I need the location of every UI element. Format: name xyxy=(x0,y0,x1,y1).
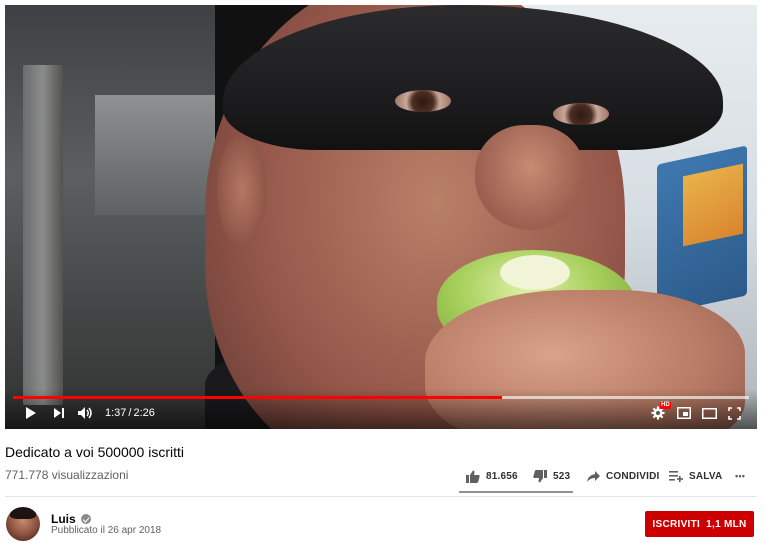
sentiment-bar xyxy=(459,491,573,493)
settings-button[interactable]: HD xyxy=(651,402,671,421)
share-icon xyxy=(587,470,600,482)
played-bar xyxy=(13,396,502,399)
video-player[interactable]: 1:37 / 2:26 HD xyxy=(5,5,757,429)
right-eye xyxy=(553,103,609,125)
miniplayer-button[interactable] xyxy=(677,405,691,421)
duration: 2:26 xyxy=(133,407,155,419)
subscriber-count: 1,1 MLN xyxy=(706,518,747,530)
apple-bite xyxy=(500,255,570,290)
thumbs-down-icon xyxy=(533,469,547,483)
current-time: 1:37 xyxy=(105,407,127,419)
channel-name-link[interactable]: Luis xyxy=(51,512,91,526)
subscribe-label: ISCRIVITI xyxy=(652,518,701,530)
video-title: Dedicato a voi 500000 iscritti xyxy=(5,444,184,460)
skip-next-icon xyxy=(54,408,64,418)
background-structure xyxy=(5,5,215,429)
theater-icon xyxy=(702,407,717,419)
hd-badge: HD xyxy=(660,402,671,409)
volume-button[interactable] xyxy=(77,405,93,421)
time-display: 1:37 / 2:26 xyxy=(105,405,155,421)
thumbs-up-icon xyxy=(466,470,480,483)
verified-icon xyxy=(80,514,91,524)
like-button[interactable]: 81.656 xyxy=(466,466,518,486)
fullscreen-button[interactable] xyxy=(728,405,741,421)
play-icon xyxy=(26,407,36,419)
more-icon: ••• xyxy=(735,471,746,481)
share-label: CONDIVIDI xyxy=(606,470,660,482)
theater-mode-button[interactable] xyxy=(702,405,717,421)
subscribe-button[interactable]: ISCRIVITI 1,1 MLN xyxy=(645,511,754,537)
dislike-button[interactable]: 523 xyxy=(533,466,570,486)
time-separator: / xyxy=(128,407,132,419)
play-button[interactable] xyxy=(25,405,37,421)
video-frame xyxy=(5,5,757,429)
like-count: 81.656 xyxy=(486,470,518,482)
next-button[interactable] xyxy=(53,405,65,421)
more-actions-button[interactable]: ••• xyxy=(735,466,745,486)
miniplayer-icon xyxy=(677,407,691,419)
save-label: SALVA xyxy=(689,470,723,482)
divider xyxy=(5,496,757,497)
nose xyxy=(475,125,585,230)
save-button[interactable]: SALVA xyxy=(669,466,722,486)
avatar[interactable] xyxy=(6,507,40,541)
volume-icon xyxy=(78,407,92,419)
channel-name: Luis xyxy=(51,512,76,526)
progress-bar[interactable] xyxy=(13,396,749,399)
dislike-count: 523 xyxy=(553,470,571,482)
publish-date: Pubblicato il 26 apr 2018 xyxy=(51,525,162,536)
share-button[interactable]: CONDIVIDI xyxy=(587,466,659,486)
left-eye xyxy=(395,90,451,112)
view-count: 771.778 visualizzazioni xyxy=(5,468,129,482)
player-controls: 1:37 / 2:26 HD xyxy=(5,389,757,429)
fullscreen-icon xyxy=(728,406,741,420)
playlist-add-icon xyxy=(669,470,683,482)
ear xyxy=(217,135,267,245)
